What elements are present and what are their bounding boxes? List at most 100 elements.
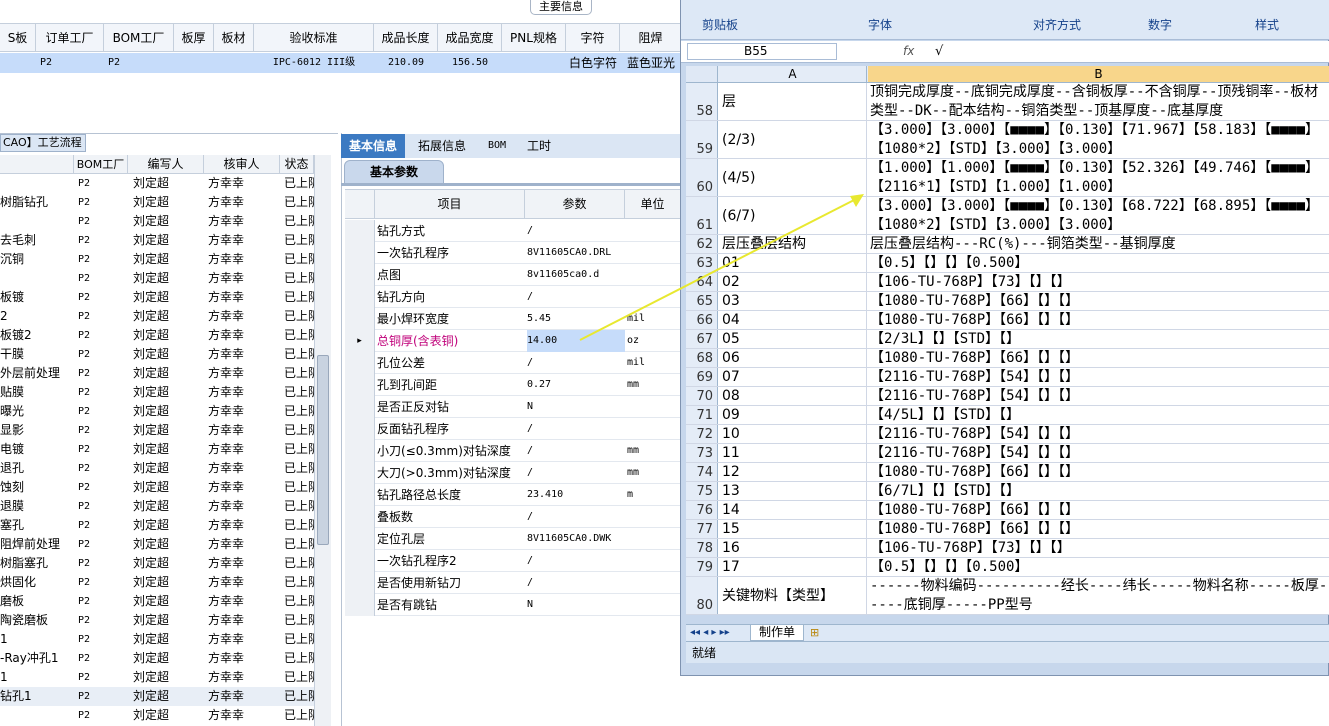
list-item[interactable]: 钻孔1 P2 刘定超 方幸幸 已上阪 xyxy=(0,687,314,706)
param-value[interactable]: / xyxy=(527,572,625,594)
select-all-corner[interactable] xyxy=(686,66,718,82)
subtab-basic-params[interactable]: 基本参数 xyxy=(344,160,444,184)
list-item[interactable]: 外层前处理 P2 刘定超 方幸幸 已上阪 xyxy=(0,364,314,383)
column-a-header[interactable]: A xyxy=(719,66,867,82)
list-item[interactable]: 曝光 P2 刘定超 方幸幸 已上阪 xyxy=(0,402,314,421)
row-number[interactable]: 79 xyxy=(686,558,718,576)
list-item[interactable]: 磨板 P2 刘定超 方幸幸 已上阪 xyxy=(0,592,314,611)
cell-a[interactable]: 16 xyxy=(719,539,867,557)
row-gutter[interactable] xyxy=(345,220,375,242)
row-gutter[interactable] xyxy=(345,506,375,528)
list-header-cell[interactable] xyxy=(0,155,74,174)
param-row[interactable]: 定位孔层 8V11605CA0.DWK xyxy=(345,528,681,550)
param-row[interactable]: 孔位公差 / mil xyxy=(345,352,681,374)
cell-b[interactable]: 【3.000】【3.000】【■■■■】【0.130】【71.967】【58.1… xyxy=(868,121,1329,158)
param-value[interactable]: / xyxy=(527,440,625,462)
fx-icon[interactable]: fx xyxy=(903,43,927,60)
list-item[interactable]: P2 刘定超 方幸幸 已上阪 xyxy=(0,269,314,288)
list-item[interactable]: 退膜 P2 刘定超 方幸幸 已上阪 xyxy=(0,497,314,516)
cell-a[interactable]: 09 xyxy=(719,406,867,424)
row-number[interactable]: 76 xyxy=(686,501,718,519)
list-item[interactable]: P2 刘定超 方幸幸 已上阪 xyxy=(0,212,314,231)
top-grid-header-cell[interactable]: 订单工厂 xyxy=(36,24,104,52)
tab-hours[interactable]: 工时 xyxy=(517,134,561,158)
param-value[interactable]: N xyxy=(527,396,625,418)
top-grid-cell[interactable]: P2 xyxy=(104,53,174,73)
top-grid-header-cell[interactable]: BOM工厂 xyxy=(104,24,174,52)
ribbon-group-clipboard[interactable]: 剪贴板 xyxy=(681,14,759,36)
row-gutter[interactable] xyxy=(345,462,375,484)
list-item[interactable]: 去毛刺 P2 刘定超 方幸幸 已上阪 xyxy=(0,231,314,250)
row-number[interactable]: 73 xyxy=(686,444,718,462)
cell-b[interactable]: 【1080-TU-768P】【66】【】【】 xyxy=(868,292,1329,310)
list-header-cell[interactable]: 编写人 xyxy=(128,155,204,174)
top-grid-header-cell[interactable]: PNL规格 xyxy=(502,24,566,52)
cell-b[interactable]: 【106-TU-768P】【73】【】【】 xyxy=(868,273,1329,291)
cell-a[interactable]: 13 xyxy=(719,482,867,500)
row-gutter[interactable]: ▸ xyxy=(345,330,375,352)
param-value[interactable]: / xyxy=(527,352,625,374)
list-item[interactable]: 电镀 P2 刘定超 方幸幸 已上阪 xyxy=(0,440,314,459)
cell-a[interactable]: 17 xyxy=(719,558,867,576)
cell-b[interactable]: 【2116-TU-768P】【54】【】【】 xyxy=(868,425,1329,443)
list-item[interactable]: 板镀2 P2 刘定超 方幸幸 已上阪 xyxy=(0,326,314,345)
row-number[interactable]: 74 xyxy=(686,463,718,481)
top-grid-header-cell[interactable]: 成品长度 xyxy=(374,24,438,52)
cell-a[interactable]: 06 xyxy=(719,349,867,367)
list-item[interactable]: 树脂塞孔 P2 刘定超 方幸幸 已上阪 xyxy=(0,554,314,573)
row-number[interactable]: 77 xyxy=(686,520,718,538)
row-gutter[interactable] xyxy=(345,484,375,506)
ribbon-group-alignment[interactable]: 对齐方式 xyxy=(1001,14,1113,36)
ribbon-group-styles[interactable]: 样式 xyxy=(1207,14,1327,36)
row-gutter[interactable] xyxy=(345,374,375,396)
row-gutter[interactable] xyxy=(345,572,375,594)
new-sheet-icon[interactable]: ⊞ xyxy=(810,626,828,640)
cell-a[interactable]: 08 xyxy=(719,387,867,405)
list-item[interactable]: 烘固化 P2 刘定超 方幸幸 已上阪 xyxy=(0,573,314,592)
cell-b[interactable]: 【2116-TU-768P】【54】【】【】 xyxy=(868,368,1329,386)
cell-b[interactable]: 【6/7L】【】【STD】【】 xyxy=(868,482,1329,500)
row-gutter[interactable] xyxy=(345,308,375,330)
list-item[interactable]: 显影 P2 刘定超 方幸幸 已上阪 xyxy=(0,421,314,440)
top-grid-cell[interactable]: IPC-6012 III级 xyxy=(254,53,374,73)
param-value[interactable]: / xyxy=(527,506,625,528)
param-value[interactable]: 0.27 xyxy=(527,374,625,396)
tab-bom[interactable]: BOM xyxy=(477,134,517,158)
param-row[interactable]: 叠板数 / xyxy=(345,506,681,528)
name-box[interactable]: B55 xyxy=(687,43,837,60)
sheet-nav-arrows-icon[interactable]: ◂◂ ◂ ▸ ▸▸ xyxy=(690,626,746,640)
list-item[interactable]: 沉铜 P2 刘定超 方幸幸 已上阪 xyxy=(0,250,314,269)
list-item[interactable]: 1 P2 刘定超 方幸幸 已上阪 xyxy=(0,630,314,649)
top-grid-cell[interactable]: 210.09 xyxy=(374,53,438,73)
top-grid-header-cell[interactable]: 字符 xyxy=(566,24,620,52)
cell-a[interactable]: (2/3) xyxy=(719,121,867,158)
cell-b[interactable]: 【1080-TU-768P】【66】【】【】 xyxy=(868,501,1329,519)
row-gutter[interactable] xyxy=(345,418,375,440)
param-row[interactable]: 是否正反对钻 N xyxy=(345,396,681,418)
param-value[interactable]: 23.410 xyxy=(527,484,625,506)
list-scrollbar[interactable] xyxy=(314,155,331,726)
row-gutter[interactable] xyxy=(345,396,375,418)
sheet-tab-production[interactable]: 制作单 xyxy=(750,625,804,641)
cell-a[interactable]: 关键物料【类型】 xyxy=(719,577,867,614)
list-item[interactable]: 贴膜 P2 刘定超 方幸幸 已上阪 xyxy=(0,383,314,402)
param-value[interactable]: 8V11605CA0.DWK xyxy=(527,528,625,550)
cell-b[interactable]: 【0.5】【】【】【0.500】 xyxy=(868,558,1329,576)
param-row[interactable]: 小刀(≤0.3mm)对钻深度 / mm xyxy=(345,440,681,462)
row-gutter[interactable] xyxy=(345,264,375,286)
list-item[interactable]: 陶瓷磨板 P2 刘定超 方幸幸 已上阪 xyxy=(0,611,314,630)
cell-b[interactable]: 【1080-TU-768P】【66】【】【】 xyxy=(868,311,1329,329)
top-grid-header-cell[interactable]: 阻焊 xyxy=(620,24,682,52)
param-value[interactable]: / xyxy=(527,550,625,572)
top-grid-header-cell[interactable]: S板 xyxy=(0,24,36,52)
row-gutter[interactable] xyxy=(345,594,375,616)
param-row[interactable]: 一次钻孔程序2 / xyxy=(345,550,681,572)
cell-b[interactable]: 【2/3L】【】【STD】【】 xyxy=(868,330,1329,348)
row-gutter[interactable] xyxy=(345,550,375,572)
param-row[interactable]: 钻孔路径总长度 23.410 m xyxy=(345,484,681,506)
top-grid-header-cell[interactable]: 成品宽度 xyxy=(438,24,502,52)
cell-b[interactable]: 【0.5】【】【】【0.500】 xyxy=(868,254,1329,272)
cell-b[interactable]: 【1080-TU-768P】【66】【】【】 xyxy=(868,463,1329,481)
cell-b[interactable]: 【4/5L】【】【STD】【】 xyxy=(868,406,1329,424)
row-number[interactable]: 78 xyxy=(686,539,718,557)
